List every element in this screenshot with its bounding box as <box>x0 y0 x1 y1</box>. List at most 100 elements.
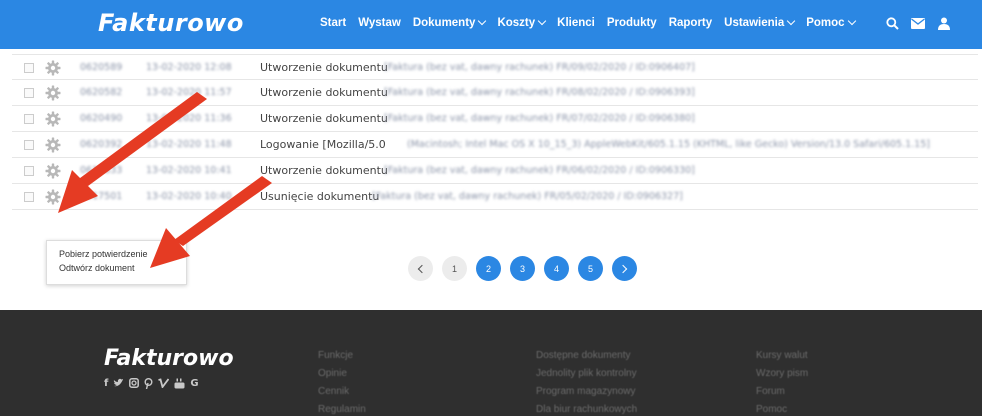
nav-item-pomoc[interactable]: Pomoc <box>806 16 856 29</box>
page-button[interactable]: 1 <box>442 256 467 281</box>
main-nav: Start Wystaw Dokumenty Koszty Klienci Pr… <box>320 16 867 29</box>
footer-link[interactable]: Funkcje <box>318 347 366 365</box>
menu-item-download-confirmation[interactable]: Pobierz potwierdzenie <box>59 247 186 261</box>
table-row: 0617633 13-02-2020 10:41 Utworzenie doku… <box>12 158 978 184</box>
gear-icon[interactable] <box>45 137 61 153</box>
gear-icon[interactable] <box>45 60 61 76</box>
footer-link[interactable]: Opinie <box>318 365 366 383</box>
nav-item-wystaw[interactable]: Wystaw <box>358 17 401 29</box>
nav-item-start[interactable]: Start <box>320 17 346 29</box>
row-detail: [Faktura (bez vat, dawny rachunek) FR/06… <box>384 165 695 176</box>
row-date: 13-02-2020 10:41 <box>146 165 232 176</box>
row-date: 13-02-2020 12:08 <box>146 62 232 73</box>
user-icon[interactable] <box>937 15 951 31</box>
row-checkbox[interactable] <box>24 140 34 150</box>
row-action: Utworzenie dokumentu <box>260 61 388 74</box>
row-checkbox[interactable] <box>24 166 34 176</box>
next-page-button[interactable] <box>612 256 637 281</box>
gear-icon[interactable] <box>45 163 61 179</box>
instagram-icon[interactable] <box>129 378 140 392</box>
footer-link[interactable]: Forum <box>756 383 808 401</box>
row-detail: [Faktura (bez vat, dawny rachunek) FR/05… <box>372 191 683 202</box>
top-navbar: Fakturowo Start Wystaw Dokumenty Koszty … <box>0 0 982 49</box>
chevron-right-icon <box>618 264 628 273</box>
row-checkbox[interactable] <box>24 88 34 98</box>
chevron-down-icon <box>537 16 547 26</box>
table-row: 0620392 13-02-2020 11:48 Logowanie [Mozi… <box>12 132 978 158</box>
envelope-icon[interactable] <box>911 15 925 31</box>
gear-context-menu: Pobierz potwierdzenie Odtwórz dokument <box>46 240 187 285</box>
footer-link[interactable]: Jednolity plik kontrolny <box>536 365 637 383</box>
pinterest-icon[interactable] <box>144 378 153 392</box>
nav-item-klienci[interactable]: Klienci <box>557 17 595 29</box>
footer-link[interactable]: Dostępne dokumenty <box>536 347 637 365</box>
chevron-down-icon <box>847 16 856 26</box>
twitter-icon[interactable] <box>113 378 124 392</box>
page-button[interactable]: 4 <box>544 256 569 281</box>
search-icon[interactable] <box>885 15 899 31</box>
footer-link[interactable]: Pomoc <box>756 401 808 416</box>
row-date: 13-02-2020 11:48 <box>146 139 232 150</box>
row-date: 13-02-2020 11:57 <box>146 87 232 98</box>
page-button[interactable]: 3 <box>510 256 535 281</box>
chevron-down-icon <box>478 16 487 26</box>
menu-item-restore-document[interactable]: Odtwórz dokument <box>59 261 186 275</box>
header-icons <box>885 15 951 31</box>
table-row: 0620589 13-02-2020 12:08 Utworzenie doku… <box>12 54 978 80</box>
footer-column: Funkcje Opinie Cennik Regulamin <box>318 347 366 416</box>
nav-item-dokumenty[interactable]: Dokumenty <box>413 16 487 29</box>
prev-page-button[interactable] <box>408 256 433 281</box>
footer-link[interactable]: Wzory pism <box>756 365 808 383</box>
chevron-down-icon <box>786 16 796 26</box>
footer-link[interactable]: Dla biur rachunkowych <box>536 401 637 416</box>
table-row: 0617501 13-02-2020 10:40 Usunięcie dokum… <box>12 184 978 210</box>
site-logo[interactable]: Fakturowo <box>98 9 244 37</box>
footer-link[interactable]: Kursy walut <box>756 347 808 365</box>
page-button[interactable]: 2 <box>476 256 501 281</box>
table-row: 0620582 13-02-2020 11:57 Utworzenie doku… <box>12 80 978 106</box>
row-checkbox[interactable] <box>24 114 34 124</box>
page-button[interactable]: 5 <box>578 256 603 281</box>
row-action: Logowanie [Mozilla/5.0 <box>260 138 386 151</box>
footer-link[interactable]: Regulamin <box>318 401 366 416</box>
gear-icon[interactable] <box>45 189 61 205</box>
site-footer: Fakturowo f G Funkcje Opinie Cennik Regu… <box>0 310 982 416</box>
row-detail: [Faktura (bez vat, dawny rachunek) FR/09… <box>384 62 695 73</box>
row-action: Utworzenie dokumentu <box>260 164 388 177</box>
row-id: 0620582 <box>80 87 123 98</box>
row-detail: (Macintosh; Intel Mac OS X 10_15_3) Appl… <box>407 139 930 150</box>
youtube-icon[interactable] <box>174 378 185 392</box>
row-id: 0617501 <box>80 191 123 202</box>
footer-link[interactable]: Cennik <box>318 383 366 401</box>
footer-column: Dostępne dokumenty Jednolity plik kontro… <box>536 347 637 416</box>
row-action: Usunięcie dokumentu <box>260 190 380 203</box>
activity-log: 0620589 13-02-2020 12:08 Utworzenie doku… <box>12 54 978 210</box>
gear-icon[interactable] <box>45 111 61 127</box>
nav-item-ustawienia[interactable]: Ustawienia <box>724 16 796 29</box>
chevron-left-icon <box>417 264 427 273</box>
row-date: 13-02-2020 10:40 <box>146 191 232 202</box>
nav-item-raporty[interactable]: Raporty <box>669 17 712 29</box>
row-action: Utworzenie dokumentu <box>260 86 388 99</box>
row-date: 13-02-2020 11:36 <box>146 113 232 124</box>
gear-icon[interactable] <box>45 85 61 101</box>
footer-link[interactable]: Program magazynowy <box>536 383 637 401</box>
vimeo-icon[interactable] <box>158 378 170 392</box>
footer-column: Kursy walut Wzory pism Forum Pomoc <box>756 347 808 416</box>
google-icon[interactable]: G <box>190 378 198 392</box>
row-id: 0620392 <box>80 139 123 150</box>
nav-item-produkty[interactable]: Produkty <box>607 17 657 29</box>
row-id: 0617633 <box>80 165 123 176</box>
footer-logo[interactable]: Fakturowo <box>104 346 234 371</box>
social-links: f G <box>104 378 199 392</box>
pagination: 1 2 3 4 5 <box>408 256 637 281</box>
row-detail: [Faktura (bez vat, dawny rachunek) FR/07… <box>384 113 695 124</box>
row-id: 0620589 <box>80 62 123 73</box>
row-checkbox[interactable] <box>24 63 34 73</box>
facebook-icon[interactable]: f <box>104 378 108 392</box>
row-detail: [Faktura (bez vat, dawny rachunek) FR/08… <box>384 87 695 98</box>
table-row: 0620490 13-02-2020 11:36 Utworzenie doku… <box>12 106 978 132</box>
nav-item-koszty[interactable]: Koszty <box>497 16 547 29</box>
row-id: 0620490 <box>80 113 123 124</box>
row-checkbox[interactable] <box>24 192 34 202</box>
